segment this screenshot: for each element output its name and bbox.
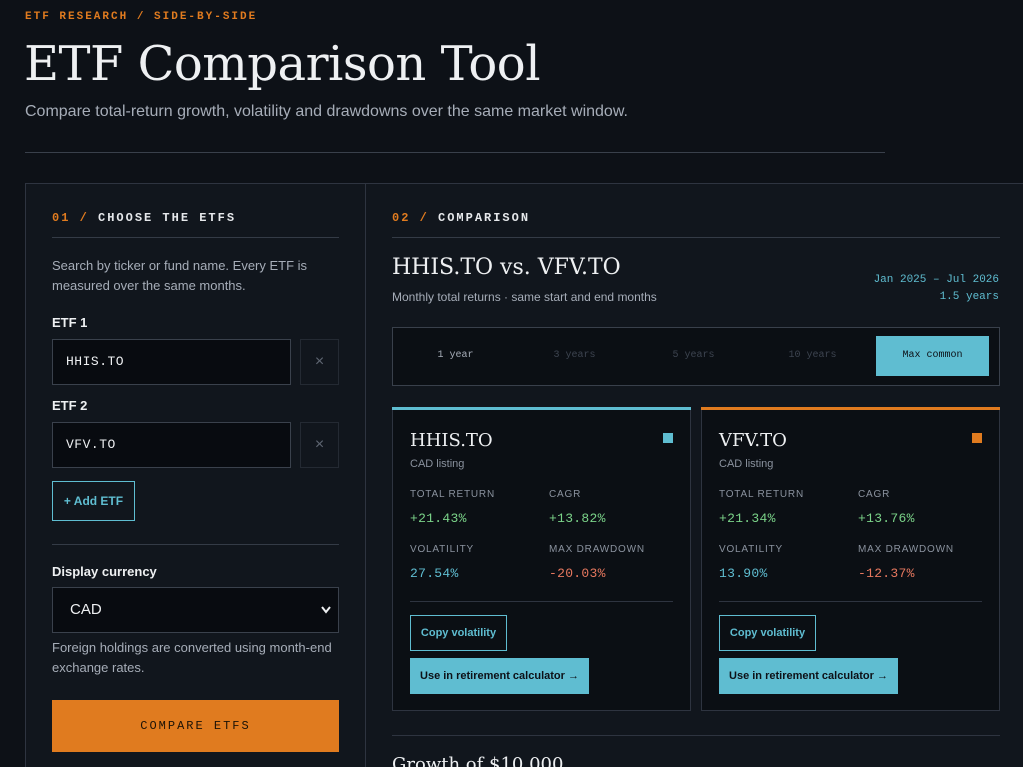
- total-return-label: TOTAL RETURN: [410, 489, 495, 500]
- card-accent-bar: [701, 407, 1000, 410]
- cagr-label: CAGR: [549, 489, 582, 500]
- section-divider: [52, 237, 339, 238]
- total-return-value: +21.34%: [719, 511, 776, 526]
- card-listing: CAD listing: [719, 458, 774, 470]
- growth-divider: [392, 735, 1000, 736]
- page-title: ETF Comparison Tool: [24, 36, 541, 92]
- etf-card-vfv: VFV.TO CAD listing TOTAL RETURN +21.34% …: [701, 407, 1000, 711]
- date-range-text: Jan 2025 – Jul 2026: [873, 274, 999, 286]
- currency-value: CAD: [70, 601, 102, 618]
- currency-help-text: Foreign holdings are converted using mon…: [52, 640, 332, 675]
- etf1-label: ETF 1: [52, 315, 88, 330]
- card-ticker: HHIS.TO: [410, 430, 493, 451]
- header-divider: [25, 152, 885, 153]
- volatility-label: VOLATILITY: [410, 544, 474, 555]
- retirement-calculator-button[interactable]: Use in retirement calculator →: [410, 658, 589, 694]
- total-return-label: TOTAL RETURN: [719, 489, 804, 500]
- volatility-label: VOLATILITY: [719, 544, 783, 555]
- volatility-value: 13.90%: [719, 566, 768, 581]
- tab-10-years[interactable]: 10 years: [756, 336, 869, 376]
- choose-etfs-heading: 01 / CHOOSE THE ETFS: [52, 211, 236, 225]
- volatility-value: 27.54%: [410, 566, 459, 581]
- etf2-input[interactable]: VFV.TO: [52, 422, 291, 468]
- tab-max-common[interactable]: Max common: [876, 336, 989, 376]
- max-drawdown-label: MAX DRAWDOWN: [549, 544, 645, 555]
- comparison-subtitle: Monthly total returns · same start and e…: [392, 290, 657, 304]
- series-color-swatch: [972, 433, 982, 443]
- card-accent-bar: [392, 407, 691, 410]
- currency-select[interactable]: CAD: [52, 587, 339, 633]
- section-number: 01 /: [52, 211, 89, 225]
- card-listing: CAD listing: [410, 458, 465, 470]
- compare-etfs-button[interactable]: COMPARE ETFS: [52, 700, 339, 752]
- max-drawdown-label: MAX DRAWDOWN: [858, 544, 954, 555]
- copy-volatility-button[interactable]: Copy volatility: [410, 615, 507, 651]
- etf-help-text: Search by ticker or fund name. Every ETF…: [52, 258, 308, 293]
- section-title: CHOOSE THE ETFS: [98, 211, 237, 225]
- currency-label: Display currency: [52, 564, 157, 579]
- cagr-value: +13.76%: [858, 511, 915, 526]
- section-title: COMPARISON: [438, 211, 531, 225]
- etf1-clear-button[interactable]: ×: [300, 339, 339, 385]
- comparison-heading: 02 / COMPARISON: [392, 211, 530, 225]
- max-drawdown-value: -12.37%: [858, 566, 915, 581]
- series-color-swatch: [663, 433, 673, 443]
- currency-divider: [52, 544, 339, 545]
- page-subtitle: Compare total-return growth, volatility …: [25, 103, 628, 120]
- cagr-label: CAGR: [858, 489, 891, 500]
- total-return-value: +21.43%: [410, 511, 467, 526]
- card-ticker: VFV.TO: [719, 430, 787, 451]
- duration-text: 1.5 years: [939, 291, 999, 303]
- choose-etfs-panel: 01 / CHOOSE THE ETFS Search by ticker or…: [25, 183, 366, 767]
- etf-card-hhis: HHIS.TO CAD listing TOTAL RETURN +21.43%…: [392, 407, 691, 711]
- comparison-panel: 02 / COMPARISON HHIS.TO vs. VFV.TO Month…: [365, 183, 1023, 767]
- breadcrumb: ETF RESEARCH / SIDE-BY-SIDE: [25, 11, 258, 23]
- section-divider: [392, 237, 1000, 238]
- cagr-value: +13.82%: [549, 511, 606, 526]
- tab-5-years[interactable]: 5 years: [637, 336, 750, 376]
- add-etf-button[interactable]: + Add ETF: [52, 481, 135, 521]
- copy-volatility-button[interactable]: Copy volatility: [719, 615, 816, 651]
- period-tabs: 1 year 3 years 5 years 10 years Max comm…: [392, 327, 1000, 386]
- etf2-label: ETF 2: [52, 398, 88, 413]
- growth-chart-title: Growth of $10,000: [392, 754, 564, 767]
- card-divider: [410, 601, 673, 602]
- section-number: 02 /: [392, 211, 429, 225]
- etf2-clear-button[interactable]: ×: [300, 422, 339, 468]
- tab-3-years[interactable]: 3 years: [518, 336, 631, 376]
- card-divider: [719, 601, 982, 602]
- max-drawdown-value: -20.03%: [549, 566, 606, 581]
- tab-1-year[interactable]: 1 year: [399, 336, 512, 376]
- comparison-title: HHIS.TO vs. VFV.TO: [392, 255, 621, 280]
- etf1-input[interactable]: HHIS.TO: [52, 339, 291, 385]
- date-range: Jan 2025 – Jul 2026 1.5 years: [874, 272, 999, 306]
- retirement-calculator-button[interactable]: Use in retirement calculator →: [719, 658, 898, 694]
